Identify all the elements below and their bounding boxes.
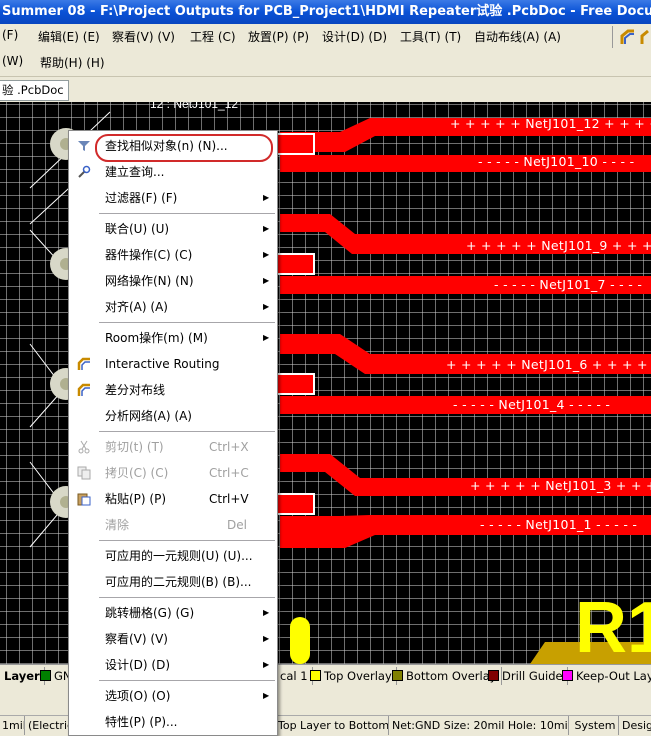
menu-item-clear[interactable]: 清除 Del <box>69 512 277 538</box>
filter-funnel-icon <box>78 141 90 151</box>
layer-tab-drill-guide[interactable]: Drill Guide <box>484 667 568 685</box>
cut-icon <box>78 440 90 454</box>
net-label: + + + + + NetJ101_6 + + + + + <box>446 357 651 372</box>
status-electrical: (Electric <box>26 716 73 735</box>
menu-item-options[interactable]: 选项(O) (O) ▶ <box>69 683 277 709</box>
wrench-query-icon <box>78 165 91 178</box>
layer-tab-keep-out[interactable]: Keep-Out Layer <box>558 667 651 685</box>
window-title-bar[interactable]: Summer 08 - F:\Project Outputs for PCB_P… <box>0 0 651 24</box>
submenu-arrow-icon: ▶ <box>263 634 270 643</box>
submenu-arrow-icon: ▶ <box>263 193 270 202</box>
net-label: - - - - - NetJ101_10 - - - - <box>478 154 635 169</box>
menu-item-find-similar[interactable]: 查找相似对象(n) (N)... <box>69 133 277 159</box>
menu-item-properties[interactable]: 特性(P) (P)... <box>69 709 277 735</box>
menu-autoroute[interactable]: 自动布线(A) (A) <box>474 28 561 45</box>
submenu-arrow-icon: ▶ <box>263 691 270 700</box>
menu-bar: (F) 编辑(E) (E) 察看(V) (V) 工程 (C) 放置(P) (P)… <box>0 24 651 50</box>
menu-item-copy[interactable]: 拷贝(C) (C) Ctrl+C <box>69 460 277 486</box>
net-label: + + + + + NetJ101_3 + + + + <box>470 478 651 493</box>
window-title: Summer 08 - F:\Project Outputs for PCB_P… <box>2 4 651 19</box>
menu-item-room-actions[interactable]: Room操作(m) (M) ▶ <box>69 325 277 351</box>
menu-item-jump-grid[interactable]: 跳转栅格(G) (G) ▶ <box>69 600 277 626</box>
net-label: - - - - - NetJ101_4 - - - - - <box>453 397 611 412</box>
diff-pair-routing-icon <box>77 383 90 396</box>
menu-item-interactive-routing[interactable]: Interactive Routing <box>69 351 277 377</box>
menu-item-filter[interactable]: 过滤器(F) (F) ▶ <box>69 185 277 211</box>
menu-item-net-actions[interactable]: 网络操作(N) (N) ▶ <box>69 268 277 294</box>
menu-window[interactable]: (W) <box>2 54 23 68</box>
menu-item-binary-rules[interactable]: 可应用的二元规则(B) (B)... <box>69 569 277 595</box>
submenu-arrow-icon: ▶ <box>263 224 270 233</box>
document-tab-bar: 验 .PcbDoc <box>0 76 651 103</box>
net-label: + + + + + NetJ101_12 + + + + <box>450 116 651 131</box>
system-button[interactable]: System <box>570 716 619 735</box>
menu-bar-row-2: (W) 帮助(H) (H) <box>0 50 651 76</box>
submenu-arrow-icon: ▶ <box>263 608 270 617</box>
status-layers: Top Layer to Bottom La <box>276 716 389 735</box>
menu-item-design[interactable]: 设计(D) (D) ▶ <box>69 652 277 678</box>
menu-item-build-query[interactable]: 建立查询... <box>69 159 277 185</box>
overlay-mark <box>290 617 310 664</box>
interactive-routing-toolbar-icon[interactable] <box>620 28 636 46</box>
document-tab[interactable]: 验 .PcbDoc <box>0 80 69 101</box>
net-label: - - - - - NetJ101_7 - - - - <box>494 277 643 292</box>
menu-tools[interactable]: 工具(T) (T) <box>400 28 461 45</box>
net-label: + + + + + NetJ101_9 + + + <box>466 238 651 253</box>
design-button[interactable]: Desig <box>620 716 651 735</box>
menu-item-component-actions[interactable]: 器件操作(C) (C) ▶ <box>69 242 277 268</box>
submenu-arrow-icon: ▶ <box>263 250 270 259</box>
interactive-routing-icon <box>77 357 90 370</box>
pad-net-label: 12 : NetJ101_12 <box>150 102 238 111</box>
menu-design[interactable]: 设计(D) (D) <box>322 28 387 45</box>
menu-item-align[interactable]: 对齐(A) (A) ▶ <box>69 294 277 320</box>
toolbar-divider <box>612 26 613 48</box>
menu-file[interactable]: (F) <box>2 28 18 42</box>
menu-item-unary-rules[interactable]: 可应用的一元规则(U) (U)... <box>69 543 277 569</box>
copy-icon <box>77 466 91 480</box>
toolbar-icon[interactable] <box>640 28 651 46</box>
menu-item-cut[interactable]: 剪切(t) (T) Ctrl+X <box>69 434 277 460</box>
context-menu: 查找相似对象(n) (N)... 建立查询... 过滤器(F) (F) ▶ 联合(… <box>68 130 278 736</box>
menu-item-view[interactable]: 察看(V) (V) ▶ <box>69 626 277 652</box>
paste-icon <box>77 493 91 506</box>
menu-edit[interactable]: 编辑(E) (E) <box>38 28 100 45</box>
menu-project[interactable]: 工程 (C) <box>190 28 236 45</box>
menu-item-paste[interactable]: 粘贴(P) (P) Ctrl+V <box>69 486 277 512</box>
net-label: - - - - - NetJ101_1 - - - - - <box>480 517 638 532</box>
menu-item-analyze-net[interactable]: 分析网络(A) (A) <box>69 403 277 429</box>
status-grid: 1mil <box>0 716 25 735</box>
submenu-arrow-icon: ▶ <box>263 302 270 311</box>
menu-place[interactable]: 放置(P) (P) <box>248 28 309 45</box>
menu-item-diff-pair-routing[interactable]: 差分对布线 <box>69 377 277 403</box>
menu-view[interactable]: 察看(V) (V) <box>112 28 175 45</box>
menu-help[interactable]: 帮助(H) (H) <box>40 54 105 71</box>
menu-item-union[interactable]: 联合(U) (U) ▶ <box>69 216 277 242</box>
designator-text: R1 <box>575 588 651 664</box>
submenu-arrow-icon: ▶ <box>263 660 270 669</box>
status-net-info: Net:GND Size: 20mil Hole: 10mil <box>390 716 569 735</box>
submenu-arrow-icon: ▶ <box>263 276 270 285</box>
layer-tab-top-overlay[interactable]: Top Overlay <box>306 667 397 685</box>
submenu-arrow-icon: ▶ <box>263 333 270 342</box>
